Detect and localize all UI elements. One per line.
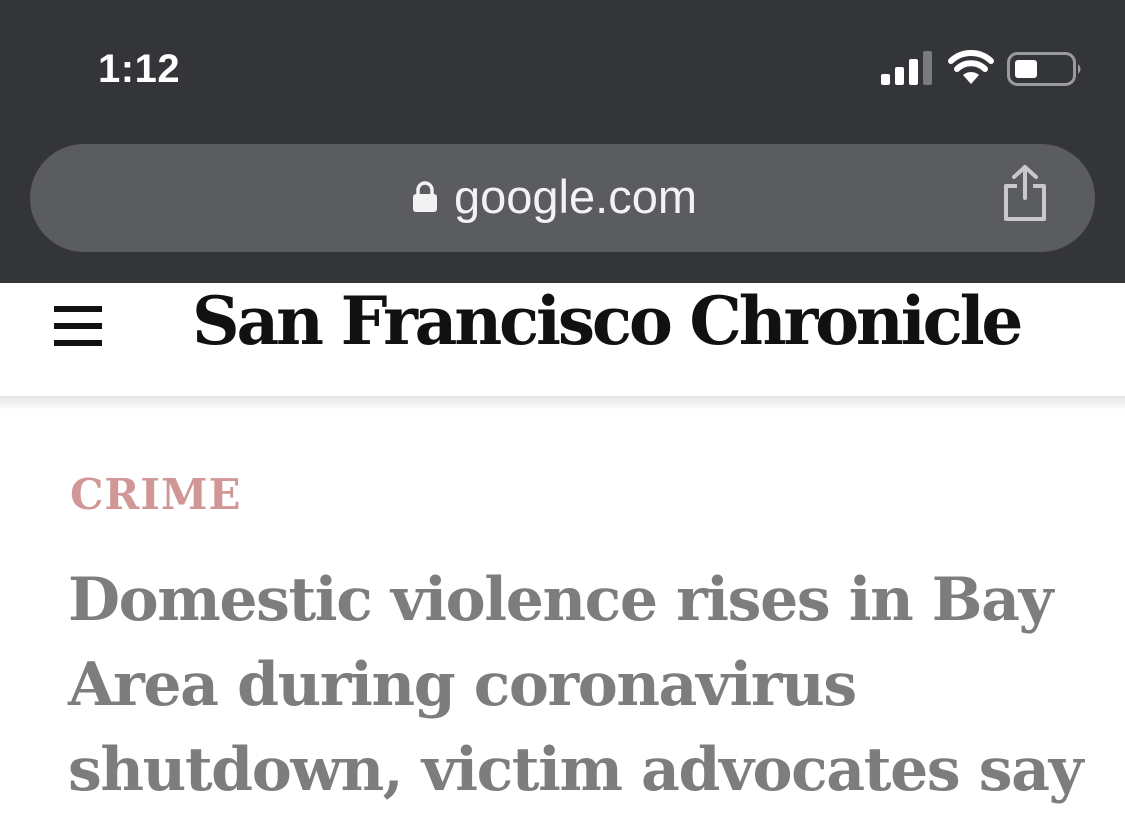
header-divider	[0, 396, 1125, 410]
status-time: 1:12	[98, 47, 181, 91]
hamburger-menu-icon[interactable]	[54, 306, 102, 346]
url-text[interactable]: google.com	[454, 170, 697, 224]
lock-icon	[413, 181, 437, 212]
section-label[interactable]: CRIME	[70, 470, 241, 520]
masthead-logo[interactable]: San Francisco Chronicle	[192, 281, 1023, 361]
share-icon[interactable]	[1000, 164, 1050, 222]
cellular-signal-icon	[881, 51, 932, 85]
browser-chrome: 1:12 google.com	[0, 0, 1125, 283]
article-headline[interactable]: Domestic violence rises in Bay Area duri…	[68, 558, 1088, 813]
wifi-icon	[948, 50, 994, 84]
battery-icon	[1007, 52, 1081, 86]
